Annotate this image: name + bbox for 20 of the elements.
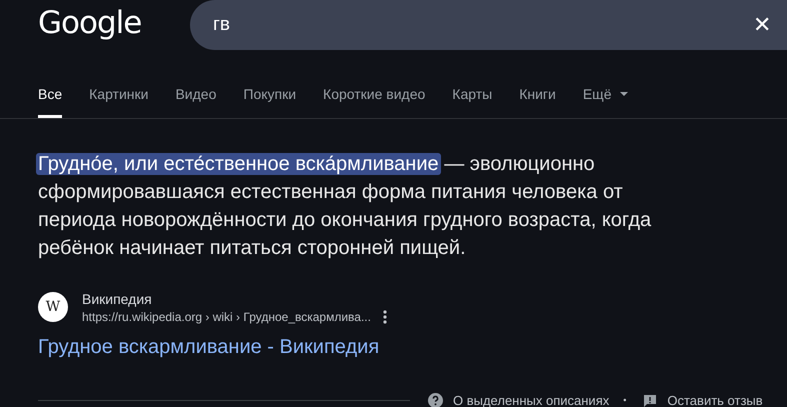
tab[interactable]: Покупки: [243, 85, 296, 118]
tab[interactable]: Ещё: [582, 85, 628, 118]
more-icon[interactable]: [382, 310, 387, 324]
feedback-link[interactable]: Оставить отзыв: [667, 391, 763, 407]
site-name: Википедия: [82, 290, 153, 308]
tab[interactable]: Картинки: [89, 85, 148, 118]
result-link[interactable]: Грудное вскармливание - Википедия: [38, 334, 380, 360]
search-field[interactable]: гв ✕: [190, 0, 787, 50]
separator-dot: •: [623, 394, 626, 407]
tab[interactable]: Все: [38, 85, 62, 118]
tab[interactable]: Карты: [452, 85, 492, 118]
feedback-icon[interactable]: [643, 394, 658, 407]
tab[interactable]: Книги: [519, 85, 556, 118]
wikipedia-icon: W: [38, 292, 68, 322]
tab[interactable]: Короткие видео: [323, 85, 426, 118]
snippet-text: Грудно́е, или есте́ственное вска́рмливание — эволюционно сформировавшаяся естественная форма питания человека от периода новорождённости до окончания грудного возраста, когда ребёнок начинает питаться сторонней пищей.: [38, 152, 652, 261]
url-text: https://ru.wikipedia.org › wiki › Грудное_вскармлива...: [82, 309, 371, 326]
help-icon[interactable]: [428, 393, 443, 407]
google-logo[interactable]: Google: [38, 8, 190, 42]
tab[interactable]: Видео: [175, 85, 216, 118]
